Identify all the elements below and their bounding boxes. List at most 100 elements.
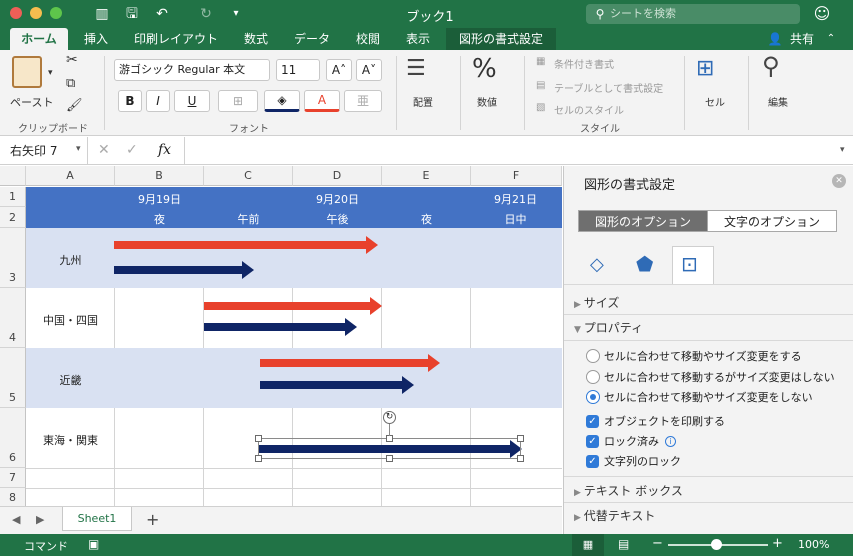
region-label[interactable]: 九州	[26, 252, 115, 268]
decrease-font-icon[interactable]: A˅	[356, 59, 382, 81]
close-pane-icon[interactable]: ✕	[832, 174, 846, 188]
size-properties-icon[interactable]: ⊡	[681, 252, 698, 276]
page-layout-view-icon[interactable]: ▤	[618, 537, 629, 551]
minimize-window-icon[interactable]	[30, 7, 42, 19]
zoom-slider-thumb[interactable]	[711, 539, 722, 550]
paste-label[interactable]: ペースト	[10, 94, 53, 110]
tab-home[interactable]: ホーム	[10, 28, 68, 50]
textbox-section[interactable]: ▶ テキスト ボックス	[574, 482, 683, 499]
text-options-tab[interactable]: 文字のオプション	[707, 210, 837, 232]
column-header[interactable]: B	[115, 166, 204, 186]
increase-font-icon[interactable]: A˄	[326, 59, 352, 81]
share-button[interactable]: 共有	[786, 28, 818, 50]
column-header[interactable]: A	[26, 166, 115, 186]
fill-line-icon[interactable]: ◇	[590, 254, 604, 275]
date-label[interactable]: 9月20日	[293, 191, 382, 207]
row-header[interactable]: 1	[0, 187, 26, 207]
red-arrow-shape[interactable]	[114, 236, 378, 254]
size-section[interactable]: ▶ サイズ	[574, 294, 619, 311]
name-box-dropdown-icon[interactable]: ▾	[76, 144, 81, 154]
zoom-in-button[interactable]: +	[772, 536, 783, 551]
copy-icon[interactable]: ⧉	[66, 76, 75, 91]
row-header[interactable]: 3	[0, 228, 26, 288]
italic-button[interactable]: I	[146, 90, 170, 112]
zoom-level[interactable]: 100%	[798, 538, 829, 551]
info-icon[interactable]: i	[665, 435, 676, 447]
red-arrow-shape[interactable]	[260, 354, 440, 372]
formula-input[interactable]	[184, 137, 834, 165]
resize-handle[interactable]	[386, 455, 393, 462]
date-label[interactable]: 9月21日	[471, 191, 560, 207]
lock-text-checkbox[interactable]: ✓ 文字列のロック	[586, 453, 681, 469]
font-size-select[interactable]: 11	[276, 59, 320, 81]
row-header[interactable]: 5	[0, 348, 26, 408]
bold-button[interactable]: B	[118, 90, 142, 112]
close-window-icon[interactable]	[10, 7, 22, 19]
tab-formulas[interactable]: 数式	[234, 28, 278, 50]
maximize-window-icon[interactable]	[50, 7, 62, 19]
insert-function-icon[interactable]: fx	[158, 142, 171, 158]
macro-record-icon[interactable]: ▣	[88, 537, 99, 551]
find-icon[interactable]: ⚲	[762, 52, 780, 80]
zoom-out-button[interactable]: −	[652, 536, 663, 551]
resize-handle[interactable]	[517, 435, 524, 442]
region-label[interactable]: 中国・四国	[26, 312, 115, 328]
effects-icon[interactable]: ⬟	[636, 252, 653, 276]
navy-arrow-shape[interactable]	[204, 318, 357, 336]
column-header[interactable]: D	[293, 166, 382, 186]
number-format-icon[interactable]: %	[472, 54, 497, 84]
font-color-icon[interactable]: A	[304, 90, 340, 112]
table-format-button[interactable]: テーブルとして書式設定	[554, 80, 663, 95]
navy-arrow-shape[interactable]	[260, 376, 414, 394]
expand-formula-icon[interactable]: ▾	[840, 145, 845, 155]
tab-insert[interactable]: 挿入	[74, 28, 118, 50]
paste-dropdown-icon[interactable]: ▾	[48, 68, 53, 78]
rotate-handle-icon[interactable]: ↻	[383, 411, 396, 424]
row-header[interactable]: 8	[0, 488, 26, 506]
column-header[interactable]: E	[382, 166, 471, 186]
confirm-formula-icon[interactable]: ✓	[126, 142, 138, 158]
column-header[interactable]: F	[471, 166, 562, 186]
resize-handle[interactable]	[517, 455, 524, 462]
period-label[interactable]: 夜	[382, 211, 471, 227]
print-object-checkbox[interactable]: ✓ オブジェクトを印刷する	[586, 413, 725, 429]
name-box[interactable]: 右矢印 7	[0, 137, 88, 165]
tab-page-layout[interactable]: 印刷レイアウト	[126, 28, 226, 50]
radio-no-move-no-resize[interactable]: セルに合わせて移動やサイズ変更をしない	[586, 389, 813, 405]
locked-checkbox[interactable]: ✓ ロック済み i	[586, 433, 676, 449]
period-label[interactable]: 午前	[204, 211, 293, 227]
sheet-tab[interactable]: Sheet1	[62, 507, 132, 531]
row-header[interactable]: 6	[0, 408, 26, 468]
normal-view-icon[interactable]: ▦	[572, 534, 604, 556]
resize-handle[interactable]	[255, 435, 262, 442]
cancel-formula-icon[interactable]: ✕	[98, 142, 110, 158]
navy-arrow-shape[interactable]	[114, 261, 254, 279]
alignment-label[interactable]: 配置	[413, 94, 433, 109]
column-header[interactable]: C	[204, 166, 293, 186]
cells-icon[interactable]: ⊞	[696, 56, 714, 81]
format-painter-icon[interactable]: 🖌	[66, 98, 83, 113]
search-input[interactable]: シートを検索	[586, 4, 800, 24]
resize-handle[interactable]	[386, 435, 393, 442]
resize-handle[interactable]	[255, 455, 262, 462]
period-label[interactable]: 日中	[471, 211, 560, 227]
region-label[interactable]: 近畿	[26, 372, 115, 388]
undo-icon[interactable]: ↶	[152, 4, 172, 24]
redo-icon[interactable]: ↻	[196, 4, 216, 24]
row-header[interactable]: 7	[0, 468, 26, 488]
paste-icon[interactable]	[12, 56, 42, 88]
radio-move-resize[interactable]: セルに合わせて移動やサイズ変更をする	[586, 348, 802, 364]
radio-move-no-resize[interactable]: セルに合わせて移動するがサイズ変更はしない	[586, 369, 835, 385]
next-sheet-icon[interactable]: ▶	[36, 513, 44, 526]
font-name-select[interactable]: 游ゴシック Regular 本文	[114, 59, 270, 81]
properties-section[interactable]: ▼ プロパティ	[574, 319, 643, 336]
period-label[interactable]: 午後	[293, 211, 382, 227]
alt-text-section[interactable]: ▶ 代替テキスト	[574, 507, 655, 524]
period-label[interactable]: 夜	[115, 211, 204, 227]
number-label[interactable]: 数値	[477, 94, 497, 109]
cells-label[interactable]: セル	[705, 94, 725, 109]
row-header[interactable]: 2	[0, 207, 26, 228]
date-label[interactable]: 9月19日	[115, 191, 204, 207]
conditional-format-button[interactable]: 条件付き書式	[554, 56, 614, 71]
sidebar-icon[interactable]: ▥	[92, 4, 112, 24]
